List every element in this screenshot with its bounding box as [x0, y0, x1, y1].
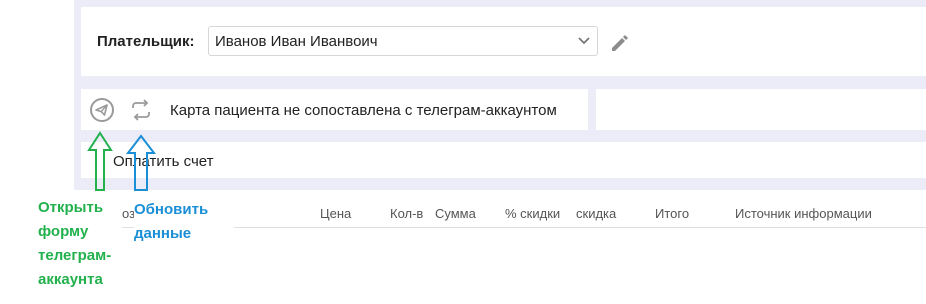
table-header-cell: % скидки	[505, 206, 561, 221]
payer-select-value: Иванов Иван Иванвоич	[215, 33, 378, 50]
pencil-icon[interactable]	[608, 31, 632, 53]
side-panel	[596, 89, 926, 130]
table-header-cell: Сумма	[435, 206, 476, 221]
refresh-annotation: Обновить данные	[134, 198, 234, 246]
table-header-cell: Кол-в	[390, 206, 424, 221]
chevron-down-icon	[578, 37, 590, 45]
arrow-up-icon	[125, 134, 157, 191]
payer-select[interactable]: Иванов Иван Иванвоич	[208, 26, 598, 56]
arrow-up-icon	[87, 131, 113, 191]
table-header-cell: Итого	[655, 206, 690, 221]
refresh-icon[interactable]	[128, 97, 154, 123]
telegram-status-text: Карта пациента не сопоставлена с телегра…	[170, 102, 557, 119]
table-header-cell: скидка	[576, 206, 617, 221]
telegram-icon[interactable]	[89, 97, 115, 123]
table-header-cell: оз	[122, 206, 134, 221]
table-header-divider	[122, 227, 926, 228]
table-header-cell: Цена	[320, 206, 352, 221]
open-telegram-annotation: Открыть форму телеграм-аккаунта	[38, 196, 122, 292]
payer-label: Плательщик:	[97, 33, 195, 50]
table-header-cell: Источник информации	[735, 206, 872, 221]
